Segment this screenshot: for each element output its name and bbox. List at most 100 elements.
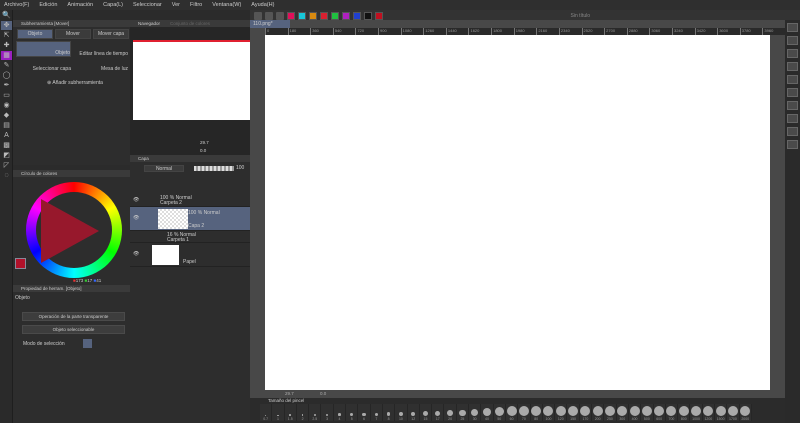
- navigator-angle[interactable]: 0.0: [200, 148, 206, 153]
- menu-item[interactable]: Edición: [39, 2, 57, 8]
- brush-size-item[interactable]: 5: [346, 404, 359, 421]
- brush-size-item[interactable]: 8: [382, 404, 396, 421]
- tab-layer[interactable]: Capa: [138, 156, 149, 161]
- tool-icon[interactable]: ✎: [1, 61, 12, 70]
- brush-size-item[interactable]: 500: [641, 404, 654, 421]
- subtool-tab[interactable]: Subherramienta [Mover]: [13, 20, 130, 27]
- dock-icon[interactable]: [787, 62, 798, 71]
- tool-icon[interactable]: ◌: [1, 171, 12, 180]
- selection-mode-button[interactable]: [83, 339, 92, 348]
- brush-size-item[interactable]: 7: [370, 404, 383, 421]
- color-swatch[interactable]: [353, 12, 361, 20]
- canvas-zoom[interactable]: 29.7: [285, 391, 294, 396]
- layer-row-selected[interactable]: 👁 100 % Normal Capa 2: [130, 207, 250, 231]
- dock-icon[interactable]: [787, 114, 798, 123]
- menu-item[interactable]: Ver: [172, 2, 180, 8]
- opacity-value[interactable]: 100: [236, 165, 244, 171]
- add-subtool-button[interactable]: ⊕ Añadir subherramienta: [47, 80, 103, 86]
- menu-item[interactable]: Ayuda(H): [251, 2, 274, 8]
- brush-size-item[interactable]: 170: [579, 404, 593, 421]
- brush-size-item[interactable]: 80: [530, 404, 543, 421]
- color-swatch[interactable]: [309, 12, 317, 20]
- brush-size-item[interactable]: 2: [296, 404, 310, 421]
- menu-item[interactable]: Animación: [67, 2, 93, 8]
- tab-tool-property[interactable]: Propiedad de herram. [Objeto]: [21, 286, 82, 291]
- save-icon[interactable]: [276, 12, 284, 20]
- brush-size-item[interactable]: 40: [481, 404, 494, 421]
- brush-size-item[interactable]: 6: [358, 404, 371, 421]
- brush-size-item[interactable]: 20: [444, 404, 457, 421]
- brush-size-item[interactable]: 70: [518, 404, 531, 421]
- brush-size-item[interactable]: 200: [592, 404, 605, 421]
- tab-color-wheel[interactable]: Círculo de colores: [21, 171, 57, 176]
- brush-size-item[interactable]: 100: [542, 404, 556, 421]
- canvas-paper[interactable]: [265, 35, 770, 390]
- dock-icon[interactable]: [787, 75, 798, 84]
- tool-icon[interactable]: ▩: [1, 141, 12, 150]
- canvas-tab[interactable]: 110.png*: [250, 20, 290, 28]
- brush-size-item[interactable]: 800: [678, 404, 691, 421]
- brush-size-item[interactable]: 60: [505, 404, 519, 421]
- tab-color-set[interactable]: Conjunto de colores: [170, 20, 210, 27]
- color-swatch[interactable]: [342, 12, 350, 20]
- main-color[interactable]: [15, 258, 26, 269]
- brush-size-item[interactable]: 700: [665, 404, 679, 421]
- brush-size-item[interactable]: 120: [555, 404, 568, 421]
- tool-icon[interactable]: ⇱: [1, 31, 12, 40]
- subtool-select-layer[interactable]: Seleccionar capa: [16, 58, 71, 72]
- brush-size-item[interactable]: 10: [395, 404, 408, 421]
- brush-size-item[interactable]: 3: [321, 404, 334, 421]
- selectable-object-dropdown[interactable]: Objeto seleccionable: [22, 325, 125, 334]
- brush-size-item[interactable]: 400: [628, 404, 642, 421]
- brush-size-item[interactable]: 600: [653, 404, 666, 421]
- brush-size-item[interactable]: 12: [407, 404, 420, 421]
- group-mover[interactable]: Mover: [55, 29, 91, 39]
- menu-item[interactable]: Ventana(W): [212, 2, 241, 8]
- brush-size-item[interactable]: 4: [333, 404, 347, 421]
- tool-icon[interactable]: ▤: [1, 121, 12, 130]
- dock-icon[interactable]: [787, 88, 798, 97]
- brush-size-item[interactable]: 1000: [690, 404, 703, 421]
- new-icon[interactable]: [254, 12, 262, 20]
- tab-navigator[interactable]: Navegador: [138, 20, 160, 27]
- open-icon[interactable]: [265, 12, 273, 20]
- menu-item[interactable]: Capa(L): [103, 2, 123, 8]
- navigator-preview[interactable]: [133, 40, 250, 120]
- brush-size-item[interactable]: 30: [469, 404, 482, 421]
- color-swatch[interactable]: [375, 12, 383, 20]
- dock-icon[interactable]: [787, 23, 798, 32]
- hue-ring[interactable]: [26, 182, 122, 278]
- tool-icon[interactable]: ✚: [1, 41, 12, 50]
- color-swatch[interactable]: [320, 12, 328, 20]
- color-swatch[interactable]: [364, 12, 372, 20]
- group-mover-capa[interactable]: Mover capa: [93, 29, 129, 39]
- subtool-objeto[interactable]: Objeto: [16, 41, 71, 57]
- tool-icon[interactable]: 🔍: [1, 11, 12, 20]
- tool-icon[interactable]: ◩: [1, 151, 12, 160]
- subtool-light-table[interactable]: Mesa de luz: [72, 58, 128, 72]
- blend-mode-select[interactable]: Normal: [144, 165, 184, 172]
- brush-size-item[interactable]: 15: [419, 404, 433, 421]
- dock-icon[interactable]: [787, 127, 798, 136]
- dock-icon[interactable]: [787, 101, 798, 110]
- tool-icon[interactable]: ▭: [1, 91, 12, 100]
- canvas-angle[interactable]: 0.0: [320, 391, 326, 396]
- menu-item[interactable]: Seleccionar: [133, 2, 162, 8]
- saturation-triangle[interactable]: [41, 199, 99, 263]
- layer-row[interactable]: 👁 Papel: [130, 243, 250, 267]
- brush-size-item[interactable]: 150: [567, 404, 580, 421]
- brush-size-item[interactable]: 250: [604, 404, 617, 421]
- tool-icon[interactable]: ◯: [1, 71, 12, 80]
- brush-size-item[interactable]: 17: [432, 404, 445, 421]
- brush-size-item[interactable]: 2.5: [309, 404, 322, 421]
- group-objeto[interactable]: Objeto: [17, 29, 53, 39]
- color-swatch[interactable]: [298, 12, 306, 20]
- brush-size-item[interactable]: 1: [272, 404, 285, 421]
- transparent-op-dropdown[interactable]: Operación de la parte transparente: [22, 312, 125, 321]
- tool-icon[interactable]: ◸: [1, 161, 12, 170]
- subtool-timeline[interactable]: Editar línea de tiempo: [72, 41, 128, 57]
- brush-size-item[interactable]: 300: [616, 404, 629, 421]
- layer-row[interactable]: 👁 100 % Normal Carpeta 2: [130, 195, 250, 207]
- brush-size-item[interactable]: 1.5: [284, 404, 297, 421]
- dock-icon[interactable]: [787, 49, 798, 58]
